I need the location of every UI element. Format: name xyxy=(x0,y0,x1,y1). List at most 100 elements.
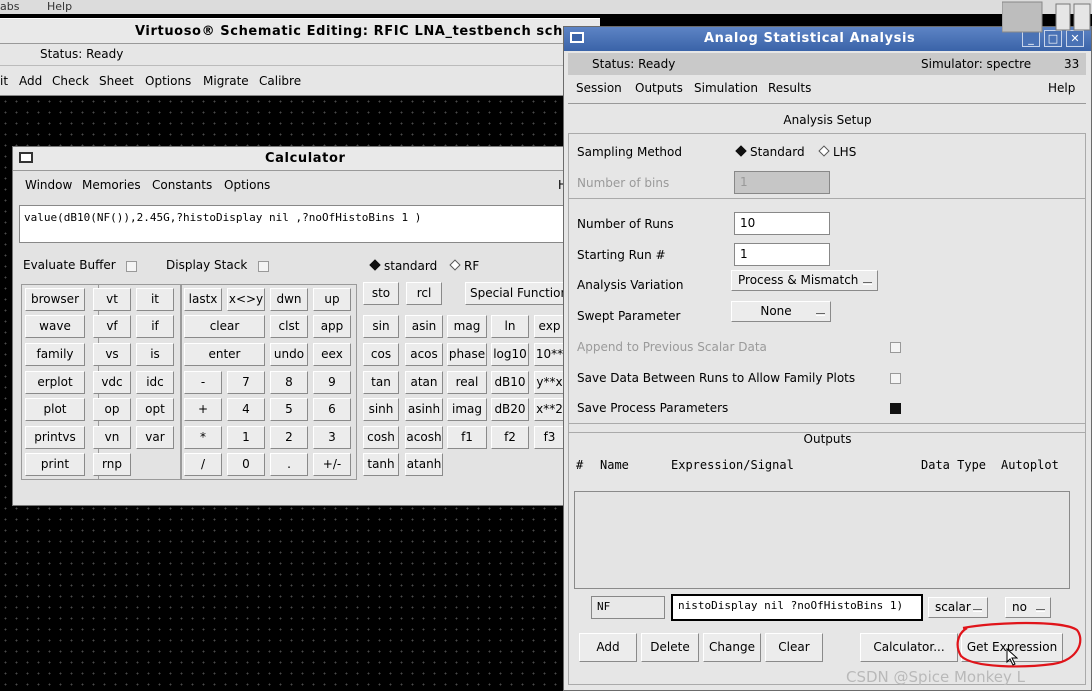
digit-3-button[interactable]: 3 xyxy=(313,426,351,449)
schematic-menu-sheet[interactable]: Sheet xyxy=(99,74,134,88)
digit-6-button[interactable]: 6 xyxy=(313,398,351,421)
change-button[interactable]: Change xyxy=(703,633,761,662)
cosh-button[interactable]: cosh xyxy=(363,426,399,449)
rnp-button[interactable]: rnp xyxy=(93,453,131,476)
imag-button[interactable]: imag xyxy=(447,398,487,421)
xsquared-button[interactable]: x**2 xyxy=(534,398,565,421)
lastx-button[interactable]: lastx xyxy=(184,288,222,311)
var-button[interactable]: var xyxy=(136,426,174,449)
add-button[interactable]: Add xyxy=(579,633,637,662)
digit-7-button[interactable]: 7 xyxy=(227,371,265,394)
browser-button[interactable]: browser xyxy=(25,288,85,311)
plus-button[interactable]: + xyxy=(184,398,222,421)
log10-button[interactable]: log10 xyxy=(491,343,529,366)
ln-button[interactable]: ln xyxy=(491,315,529,338)
window-menu-icon[interactable] xyxy=(19,152,33,163)
sampling-standard-radio[interactable]: Standard xyxy=(735,145,805,159)
digit-4-button[interactable]: 4 xyxy=(227,398,265,421)
delete-button[interactable]: Delete xyxy=(641,633,699,662)
f3-button[interactable]: f3 xyxy=(534,426,565,449)
vf-button[interactable]: vf xyxy=(93,315,131,338)
digit-9-button[interactable]: 9 xyxy=(313,371,351,394)
number-of-bins-input[interactable]: 1 xyxy=(734,171,830,194)
db10-button[interactable]: dB10 xyxy=(491,371,529,394)
mag-button[interactable]: mag xyxy=(447,315,487,338)
db20-button[interactable]: dB20 xyxy=(491,398,529,421)
evaluate-buffer-checkbox[interactable] xyxy=(126,261,137,272)
tanh-button[interactable]: tanh xyxy=(363,453,399,476)
clst-button[interactable]: clst xyxy=(270,315,308,338)
sin-button[interactable]: sin xyxy=(363,315,399,338)
calculator-button[interactable]: Calculator... xyxy=(860,633,958,662)
phase-button[interactable]: phase xyxy=(447,343,487,366)
acos-button[interactable]: acos xyxy=(405,343,443,366)
calc-menu-memories[interactable]: Memories xyxy=(82,178,141,192)
calc-menu-options[interactable]: Options xyxy=(224,178,270,192)
sinh-button[interactable]: sinh xyxy=(363,398,399,421)
asa-menu-outputs[interactable]: Outputs xyxy=(635,81,683,95)
idc-button[interactable]: idc xyxy=(136,371,174,394)
digit-8-button[interactable]: 8 xyxy=(270,371,308,394)
wave-button[interactable]: wave xyxy=(25,315,85,338)
calc-menu-constants[interactable]: Constants xyxy=(152,178,212,192)
pow10-button[interactable]: 10** xyxy=(534,343,565,366)
sampling-lhs-radio[interactable]: LHS xyxy=(818,145,856,159)
swept-parameter-select[interactable]: None xyxy=(731,301,831,322)
minus-button[interactable]: - xyxy=(184,371,222,394)
ypowx-button[interactable]: y**x xyxy=(534,371,565,394)
rcl-button[interactable]: rcl xyxy=(406,282,442,305)
schematic-menu-migrate[interactable]: Migrate xyxy=(203,74,249,88)
top-strip-item[interactable]: abs xyxy=(0,0,19,13)
multiply-button[interactable]: * xyxy=(184,426,222,449)
undo-button[interactable]: undo xyxy=(270,343,308,366)
print-button[interactable]: print xyxy=(25,453,85,476)
schematic-menu-check[interactable]: Check xyxy=(52,74,89,88)
asinh-button[interactable]: asinh xyxy=(405,398,443,421)
eex-button[interactable]: eex xyxy=(313,343,351,366)
window-menu-icon[interactable] xyxy=(570,32,584,43)
vn-button[interactable]: vn xyxy=(93,426,131,449)
schematic-menu-edit[interactable]: it xyxy=(0,74,8,88)
digit-1-button[interactable]: 1 xyxy=(227,426,265,449)
save-process-params-checkbox[interactable] xyxy=(890,403,901,414)
atanh-button[interactable]: atanh xyxy=(405,453,443,476)
asa-menu-simulation[interactable]: Simulation xyxy=(694,81,758,95)
vs-button[interactable]: vs xyxy=(93,343,131,366)
output-name-input[interactable]: NF xyxy=(591,596,665,619)
asa-menu-help[interactable]: Help xyxy=(1048,81,1075,95)
autoplot-select[interactable]: no xyxy=(1005,597,1051,618)
opt-button[interactable]: opt xyxy=(136,398,174,421)
app-button[interactable]: app xyxy=(313,315,351,338)
f2-button[interactable]: f2 xyxy=(491,426,529,449)
calculator-buffer-input[interactable]: value(dB10(NF()),2.45G,?histoDisplay nil… xyxy=(19,205,565,243)
analysis-variation-select[interactable]: Process & Mismatch xyxy=(731,270,878,291)
decimal-point-button[interactable]: . xyxy=(270,453,308,476)
vt-button[interactable]: vt xyxy=(93,288,131,311)
printvs-button[interactable]: printvs xyxy=(25,426,85,449)
schematic-menu-options[interactable]: Options xyxy=(145,74,191,88)
swap-button[interactable]: x<>y xyxy=(227,288,265,311)
is-button[interactable]: is xyxy=(136,343,174,366)
asa-menu-session[interactable]: Session xyxy=(576,81,622,95)
digit-5-button[interactable]: 5 xyxy=(270,398,308,421)
top-strip-item[interactable]: Help xyxy=(47,0,72,13)
op-button[interactable]: op xyxy=(93,398,131,421)
output-expression-input[interactable]: nistoDisplay nil ?noOfHistoBins 1) xyxy=(671,594,923,621)
dwn-button[interactable]: dwn xyxy=(270,288,308,311)
exp-button[interactable]: exp xyxy=(534,315,565,338)
mode-standard-radio[interactable]: standard xyxy=(369,259,437,273)
asin-button[interactable]: asin xyxy=(405,315,443,338)
it-button[interactable]: it xyxy=(136,288,174,311)
digit-2-button[interactable]: 2 xyxy=(270,426,308,449)
special-functions-button[interactable]: Special Function xyxy=(465,282,565,305)
enter-button[interactable]: enter xyxy=(184,343,265,366)
digit-0-button[interactable]: 0 xyxy=(227,453,265,476)
atan-button[interactable]: atan xyxy=(405,371,443,394)
negate-button[interactable]: +/- xyxy=(313,453,351,476)
cos-button[interactable]: cos xyxy=(363,343,399,366)
save-between-runs-checkbox[interactable] xyxy=(890,373,901,384)
sto-button[interactable]: sto xyxy=(363,282,399,305)
acosh-button[interactable]: acosh xyxy=(405,426,443,449)
display-stack-checkbox[interactable] xyxy=(258,261,269,272)
erplot-button[interactable]: erplot xyxy=(25,371,85,394)
